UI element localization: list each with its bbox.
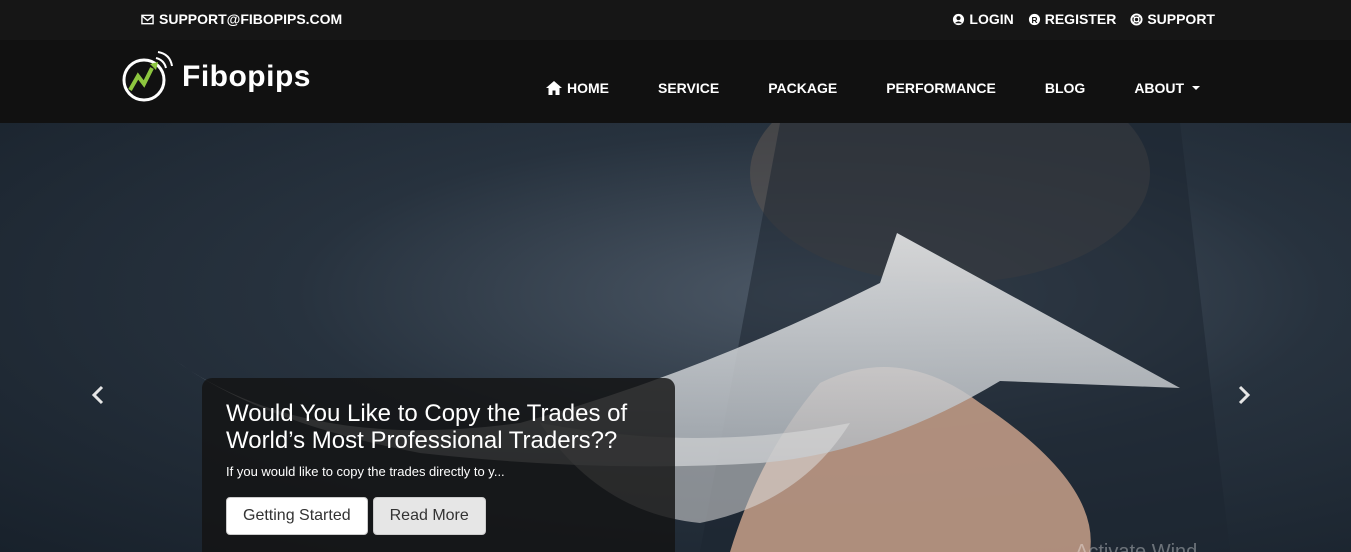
home-icon [546,81,562,95]
fibopips-logo-icon [122,51,173,102]
carousel-next-icon[interactable] [1232,383,1256,407]
nav-blog[interactable]: BLOG [1045,80,1085,96]
nav-package[interactable]: PACKAGE [768,80,837,96]
getting-started-button[interactable]: Getting Started [226,497,368,535]
support-email-link[interactable]: SUPPORT@FIBOPIPS.COM [141,11,342,27]
nav-service-label: SERVICE [658,80,720,96]
user-circle-icon [953,13,965,25]
caret-down-icon [1192,86,1201,90]
envelope-icon [141,14,154,24]
register-link[interactable]: R REGISTER [1028,11,1117,27]
activate-windows-watermark: Activate Wind [1075,541,1198,552]
nav-about-dropdown[interactable]: ABOUT [1134,80,1201,96]
nav-menu: HOME SERVICE PACKAGE PERFORMANCE BLOG AB… [546,80,1201,96]
nav-package-label: PACKAGE [768,80,838,96]
top-bar: SUPPORT@FIBOPIPS.COM LOGIN R REGISTER SU… [0,0,1351,40]
svg-text:R: R [1031,14,1037,24]
hero-buttons: Getting Started Read More [226,497,651,535]
brand-logo[interactable]: Fibopips [120,50,311,104]
support-link[interactable]: SUPPORT [1130,11,1215,27]
nav-performance-label: PERFORMANCE [886,80,996,96]
hero-subtitle: If you would like to copy the trades dir… [226,464,505,479]
account-links: LOGIN R REGISTER SUPPORT [952,11,1215,27]
carousel-prev-icon[interactable] [86,383,110,407]
support-label: SUPPORT [1147,11,1215,27]
nav-about-label: ABOUT [1134,80,1185,96]
nav-home-label: HOME [567,80,609,96]
register-label: REGISTER [1044,11,1117,27]
hero-caption: Would You Like to Copy the Trades of Wor… [202,378,675,552]
registered-icon: R [1028,13,1040,25]
hero-carousel: Would You Like to Copy the Trades of Wor… [0,123,1351,552]
nav-performance[interactable]: PERFORMANCE [886,80,996,96]
nav-blog-label: BLOG [1044,80,1086,96]
brand-name: Fibopips [182,60,311,93]
support-email-text: SUPPORT@FIBOPIPS.COM [159,11,343,27]
lifebuoy-icon [1130,12,1143,26]
login-link[interactable]: LOGIN [952,11,1014,27]
main-navbar: Fibopips HOME SERVICE PACKAGE PERFORMANC… [0,40,1351,123]
nav-service[interactable]: SERVICE [658,80,719,96]
read-more-button[interactable]: Read More [372,497,486,535]
nav-home[interactable]: HOME [546,80,609,96]
login-label: LOGIN [969,11,1014,27]
hero-title: Would You Like to Copy the Trades of Wor… [226,400,628,454]
